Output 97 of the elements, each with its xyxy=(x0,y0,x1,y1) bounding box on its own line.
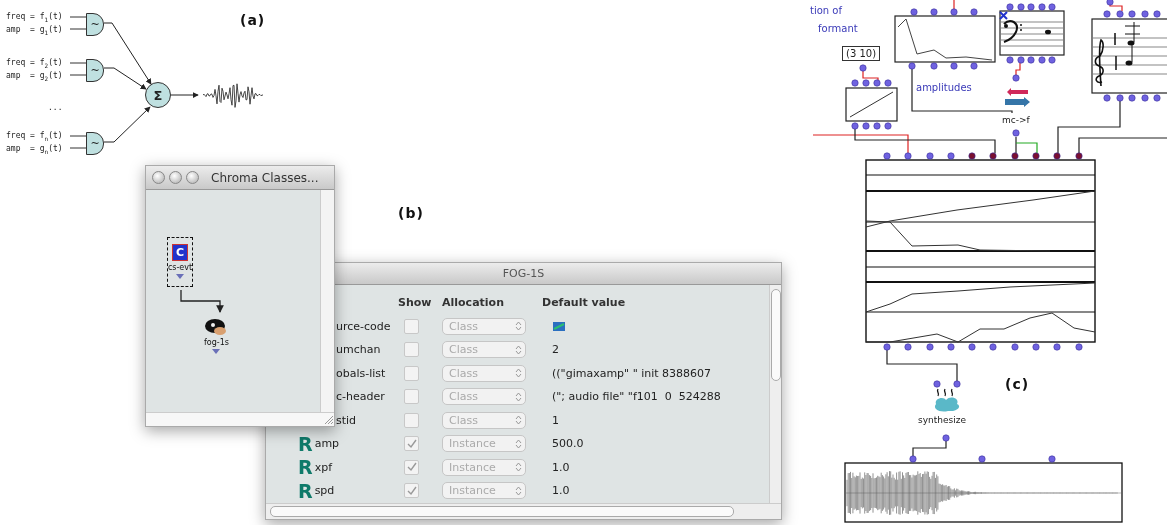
show-checkbox[interactable] xyxy=(404,318,419,334)
slot-icon: R xyxy=(298,434,313,453)
formula-text: freq = f$_{n}$(t) xyxy=(6,131,63,144)
figure-label: (a) xyxy=(240,12,266,28)
outlet-icon xyxy=(176,274,184,279)
oscillator-gate: ~ xyxy=(86,59,104,82)
comment-text: tion of xyxy=(810,5,842,16)
window-title: Chroma Classes... xyxy=(211,170,319,185)
stepper-icon xyxy=(515,462,522,473)
window-button[interactable] xyxy=(186,171,199,184)
connection-line xyxy=(953,0,955,10)
oscillator-gate: ~ xyxy=(86,132,104,155)
arrow xyxy=(170,92,199,98)
slot-icon: R xyxy=(298,458,313,477)
object-name: synthesize xyxy=(918,415,966,425)
column-header: Show xyxy=(398,296,433,310)
input-lines xyxy=(69,62,87,76)
slot-name: stid xyxy=(336,413,357,427)
scrollbar[interactable] xyxy=(320,190,334,412)
default-value: ("; audio file" "f101 0 524288 xyxy=(551,390,722,404)
object-name: mc->f xyxy=(1002,115,1030,125)
stepper-icon xyxy=(515,344,522,355)
default-value: (("gimaxamp" " init 8388607 xyxy=(551,366,713,380)
window-button[interactable] xyxy=(169,171,182,184)
scrollbar[interactable] xyxy=(769,285,781,503)
box-name: cs-evt xyxy=(167,263,193,272)
comment-text: amplitudes xyxy=(916,82,972,93)
bass-staff-drawing xyxy=(999,3,1065,64)
connection-line xyxy=(1015,62,1021,76)
class-box[interactable]: C cs-evt xyxy=(167,237,193,287)
default-value: 2 xyxy=(551,343,560,357)
formula-text: amp = g$_{2}$(t) xyxy=(6,71,63,84)
window-button[interactable] xyxy=(152,171,165,184)
stepper-icon xyxy=(515,321,522,332)
arrow xyxy=(103,106,151,143)
allocation-select[interactable]: Instance xyxy=(442,435,526,453)
slot-icon: R xyxy=(298,481,313,500)
patch-icon xyxy=(552,320,566,332)
default-value: 1 xyxy=(551,413,560,427)
default-value: 1.0 xyxy=(551,460,571,474)
slot-name: obals-list xyxy=(336,366,386,380)
input-lines xyxy=(69,135,87,149)
formula-text: amp = g$_{1}$(t) xyxy=(6,25,63,38)
allocation-select[interactable]: Class xyxy=(442,364,526,382)
object-box[interactable]: fog-1s xyxy=(204,318,229,354)
sound-icon xyxy=(204,318,229,336)
column-header: Allocation xyxy=(442,296,505,310)
stepper-icon xyxy=(515,415,522,426)
waveform-drawing xyxy=(202,83,264,108)
connection-line xyxy=(862,70,879,81)
stepper-icon xyxy=(515,368,522,379)
show-checkbox[interactable] xyxy=(404,483,419,499)
stepper-icon xyxy=(515,485,522,496)
show-checkbox[interactable] xyxy=(404,412,419,428)
formula-text: freq = f$_{2}$(t) xyxy=(6,58,63,71)
allocation-select[interactable]: Instance xyxy=(442,482,526,500)
slot-name: urce-code xyxy=(336,319,391,333)
connection-arrow xyxy=(180,289,224,313)
show-checkbox[interactable] xyxy=(404,436,419,452)
default-value: 1.0 xyxy=(551,484,571,498)
figure-label: (b) xyxy=(398,205,424,221)
slot-name: spd xyxy=(314,484,335,498)
allocation-select[interactable]: Class xyxy=(442,388,526,406)
class-icon: C xyxy=(172,244,188,261)
box-name: fog-1s xyxy=(204,338,229,347)
formula-text: amp = g$_{n}$(t) xyxy=(6,144,63,157)
resize-grip-icon[interactable] xyxy=(322,413,334,425)
scrollbar[interactable] xyxy=(266,503,781,519)
scrollbar[interactable] xyxy=(146,412,334,426)
show-checkbox[interactable] xyxy=(404,342,419,358)
allocation-select[interactable]: Class xyxy=(442,317,526,335)
comment-text: formant xyxy=(818,23,858,34)
formula-text: freq = f$_{1}$(t) xyxy=(6,12,63,25)
show-checkbox[interactable] xyxy=(404,389,419,405)
outlet-icon xyxy=(212,349,221,354)
slot-name: amp xyxy=(314,437,340,451)
figure-label: (c) xyxy=(1005,376,1030,392)
allocation-select[interactable]: Instance xyxy=(442,458,526,476)
slot-name: umchan xyxy=(336,343,381,357)
allocation-select[interactable]: Class xyxy=(442,341,526,359)
stepper-icon xyxy=(515,438,522,449)
column-header: Default value xyxy=(542,296,627,310)
oscillator-gate: ~ xyxy=(86,13,104,36)
slot-name: xpf xyxy=(314,460,332,474)
default-value: 500.0 xyxy=(551,437,585,451)
list-value: (3 10) xyxy=(842,46,881,61)
allocation-select[interactable]: Class xyxy=(442,411,526,429)
window-title: FOG-1S xyxy=(501,267,546,280)
show-checkbox[interactable] xyxy=(404,459,419,475)
show-checkbox[interactable] xyxy=(404,365,419,381)
connection-line xyxy=(886,349,958,382)
connection-line xyxy=(912,440,947,457)
slot-name: c-header xyxy=(336,390,385,404)
ellipsis-text: ... xyxy=(48,103,63,113)
stepper-icon xyxy=(515,391,522,402)
input-lines xyxy=(69,16,87,30)
sum-node: Σ xyxy=(145,82,171,108)
